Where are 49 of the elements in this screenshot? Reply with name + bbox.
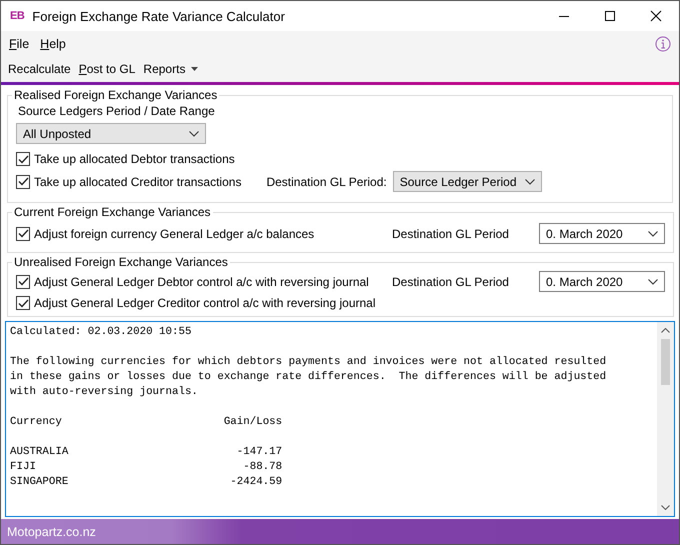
results-text: The following currencies for which debtors payments and invoices were not allocated resulted in these gains or losses due to exchange rate differences. The differences will be adjusted with auto-reversing journals.: [10, 355, 608, 400]
info-icon[interactable]: [655, 36, 671, 52]
period-dropdown[interactable]: Source Ledger Period: [392, 171, 542, 192]
chevron-down-icon: [524, 178, 534, 184]
currency-name: FIJI: [10, 460, 37, 475]
caret-icon: [191, 67, 198, 71]
field-label: Destination GL Period: [392, 274, 510, 288]
checkmark-icon: [18, 298, 28, 308]
toolbar-button[interactable]: Reports: [143, 62, 198, 76]
checkbox[interactable]: Take up allocated Debtor transactions: [16, 152, 664, 166]
checkbox[interactable]: Adjust General Ledger Creditor control a/c with reversing journal: [16, 296, 665, 310]
app-logo: EB: [10, 10, 24, 22]
checkbox[interactable]: Take up allocated Creditor transactions: [16, 174, 242, 188]
checkbox[interactable]: Adjust foreign currency General Ledger a/c balances: [16, 226, 392, 240]
group-title: Current Foreign Exchange Variances: [13, 205, 212, 219]
checkmark-icon: [18, 154, 28, 164]
period-dropdown[interactable]: 0. March 2020: [539, 223, 665, 244]
scrollbar-thumb[interactable]: [661, 339, 670, 385]
field-label: Source Ledgers Period / Date Range: [18, 104, 216, 118]
scroll-up-icon[interactable]: [661, 328, 670, 333]
scrollbar[interactable]: [657, 322, 674, 516]
gain-loss-amount: -88.78: [242, 460, 282, 475]
currency-name: AUSTRALIA: [10, 445, 70, 460]
chevron-down-icon: [189, 130, 199, 136]
checkmark-icon: [18, 229, 28, 238]
company-name: Motopartz.co.nz: [7, 524, 96, 538]
menu-item[interactable]: File: [9, 36, 30, 50]
gain-loss-amount: -147.17: [236, 445, 282, 460]
period-dropdown[interactable]: 0. March 2020: [539, 271, 665, 292]
group-title: Realised Foreign Exchange Variances: [13, 88, 218, 102]
chevron-down-icon: [648, 278, 658, 284]
toolbar-button[interactable]: Recalculate: [8, 62, 71, 76]
group-title: Unrealised Foreign Exchange Variances: [13, 255, 229, 269]
toolbar-button[interactable]: Post to GL: [78, 62, 136, 76]
checkmark-icon: [18, 277, 28, 286]
currency-name: SINGAPORE: [10, 475, 70, 490]
menu-item[interactable]: Help: [40, 36, 66, 50]
checkmark-icon: [18, 177, 28, 186]
chevron-down-icon: [648, 230, 658, 236]
checkbox[interactable]: Adjust General Ledger Debtor control a/c with reversing journal: [16, 274, 392, 288]
column-header: Currency: [10, 415, 63, 430]
gain-loss-amount: -2424.59: [229, 475, 282, 490]
range-dropdown[interactable]: All Unposted: [16, 123, 206, 144]
field-label: Destination GL Period:: [266, 174, 387, 188]
scroll-down-icon[interactable]: [661, 505, 670, 510]
field-label: Destination GL Period: [392, 226, 510, 240]
calculated-time: Calculated: 02.03.2020 10:55: [10, 325, 192, 340]
column-header: Gain/Loss: [224, 415, 282, 430]
window-title: Foreign Exchange Rate Variance Calculator: [32, 8, 286, 24]
